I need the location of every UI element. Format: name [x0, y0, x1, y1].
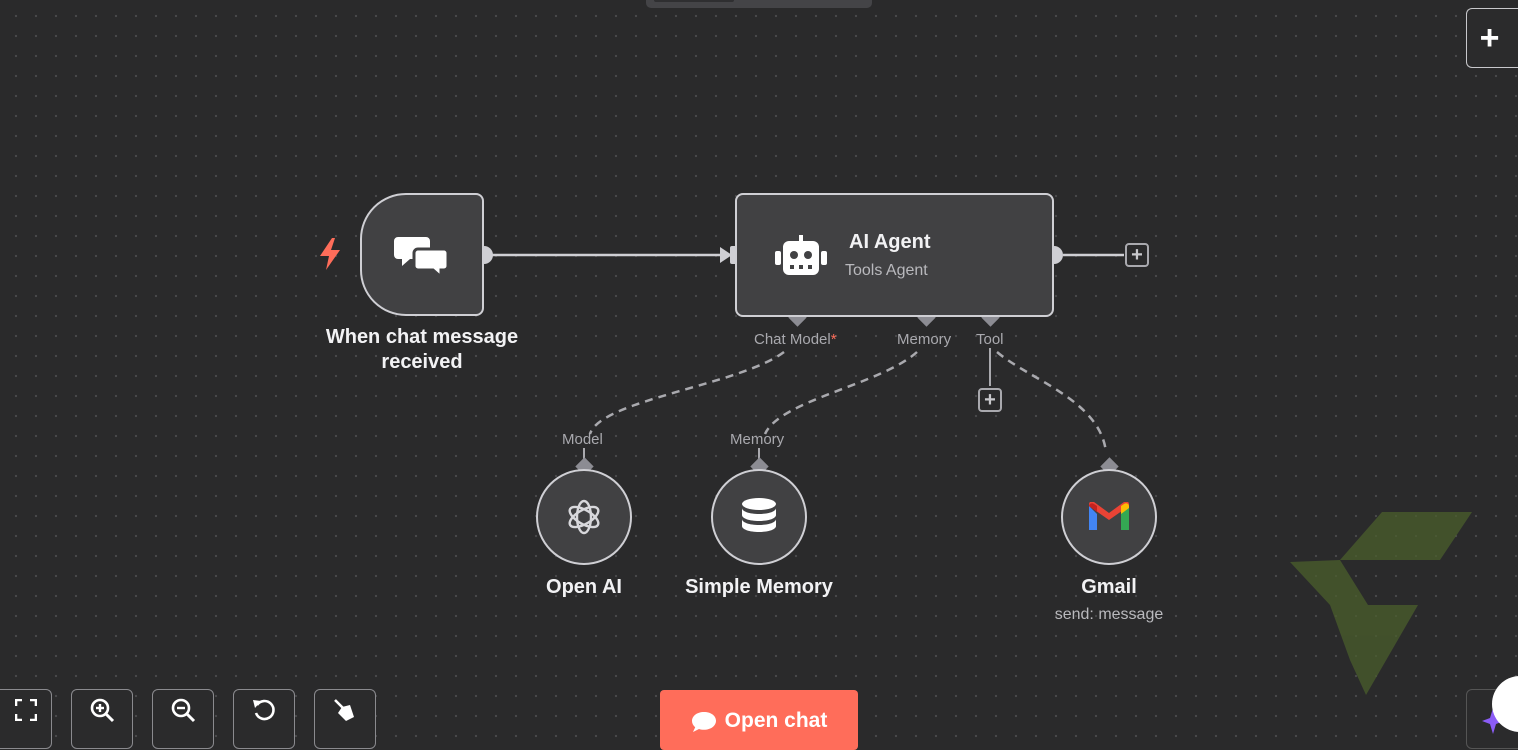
openai-port-label: Model [562, 431, 603, 448]
model-connection[interactable] [588, 350, 785, 435]
simple-memory-node-label: Simple Memory [685, 576, 833, 598]
trigger-node-label: When chat message received [325, 326, 519, 373]
gmail-node[interactable] [1061, 469, 1157, 565]
zoom-in-icon [90, 698, 115, 723]
openai-icon [568, 499, 600, 535]
add-next-node-button[interactable]: + [1125, 243, 1149, 267]
memory-port-label: Memory [897, 331, 952, 348]
openai-node[interactable] [536, 469, 632, 565]
chat-bubbles-icon [394, 236, 450, 277]
open-chat-label: Open chat [724, 709, 828, 732]
lightning-icon [320, 238, 340, 270]
fit-view-button[interactable] [0, 689, 52, 749]
open-chat-button[interactable]: Open chat [660, 690, 858, 750]
robot-icon [775, 235, 827, 275]
tool-port-label: Tool [976, 331, 1004, 348]
chat-icon [691, 712, 716, 732]
chat-model-port-label: Chat Model* [754, 331, 837, 348]
workflow-connections [475, 246, 1472, 695]
add-tool-button[interactable]: + [978, 388, 1002, 412]
gmail-icon [1089, 502, 1129, 530]
memory-connection[interactable] [763, 351, 918, 435]
simple-memory-node[interactable] [711, 469, 807, 565]
undo-icon [253, 699, 275, 721]
zoom-out-button[interactable] [152, 689, 214, 749]
ai-agent-node[interactable]: AI Agent Tools Agent [735, 193, 1054, 317]
brand-logo-watermark [1290, 512, 1472, 695]
gmail-node-label: Gmail [1081, 576, 1137, 598]
tool-connection[interactable] [996, 351, 1108, 453]
simple-memory-port-label: Memory [730, 431, 785, 448]
broom-icon [334, 699, 354, 721]
chat-trigger-node[interactable] [360, 193, 484, 316]
database-icon [742, 498, 776, 532]
openai-node-label: Open AI [546, 576, 622, 598]
zoom-in-button[interactable] [71, 689, 133, 749]
tidy-up-button[interactable] [314, 689, 376, 749]
fullscreen-icon [15, 699, 37, 721]
ai-agent-title: AI Agent [849, 231, 931, 253]
zoom-out-icon [171, 698, 196, 723]
reset-zoom-button[interactable] [233, 689, 295, 749]
ai-agent-subtitle: Tools Agent [845, 262, 928, 279]
gmail-node-subtitle: send: message [1054, 606, 1164, 623]
